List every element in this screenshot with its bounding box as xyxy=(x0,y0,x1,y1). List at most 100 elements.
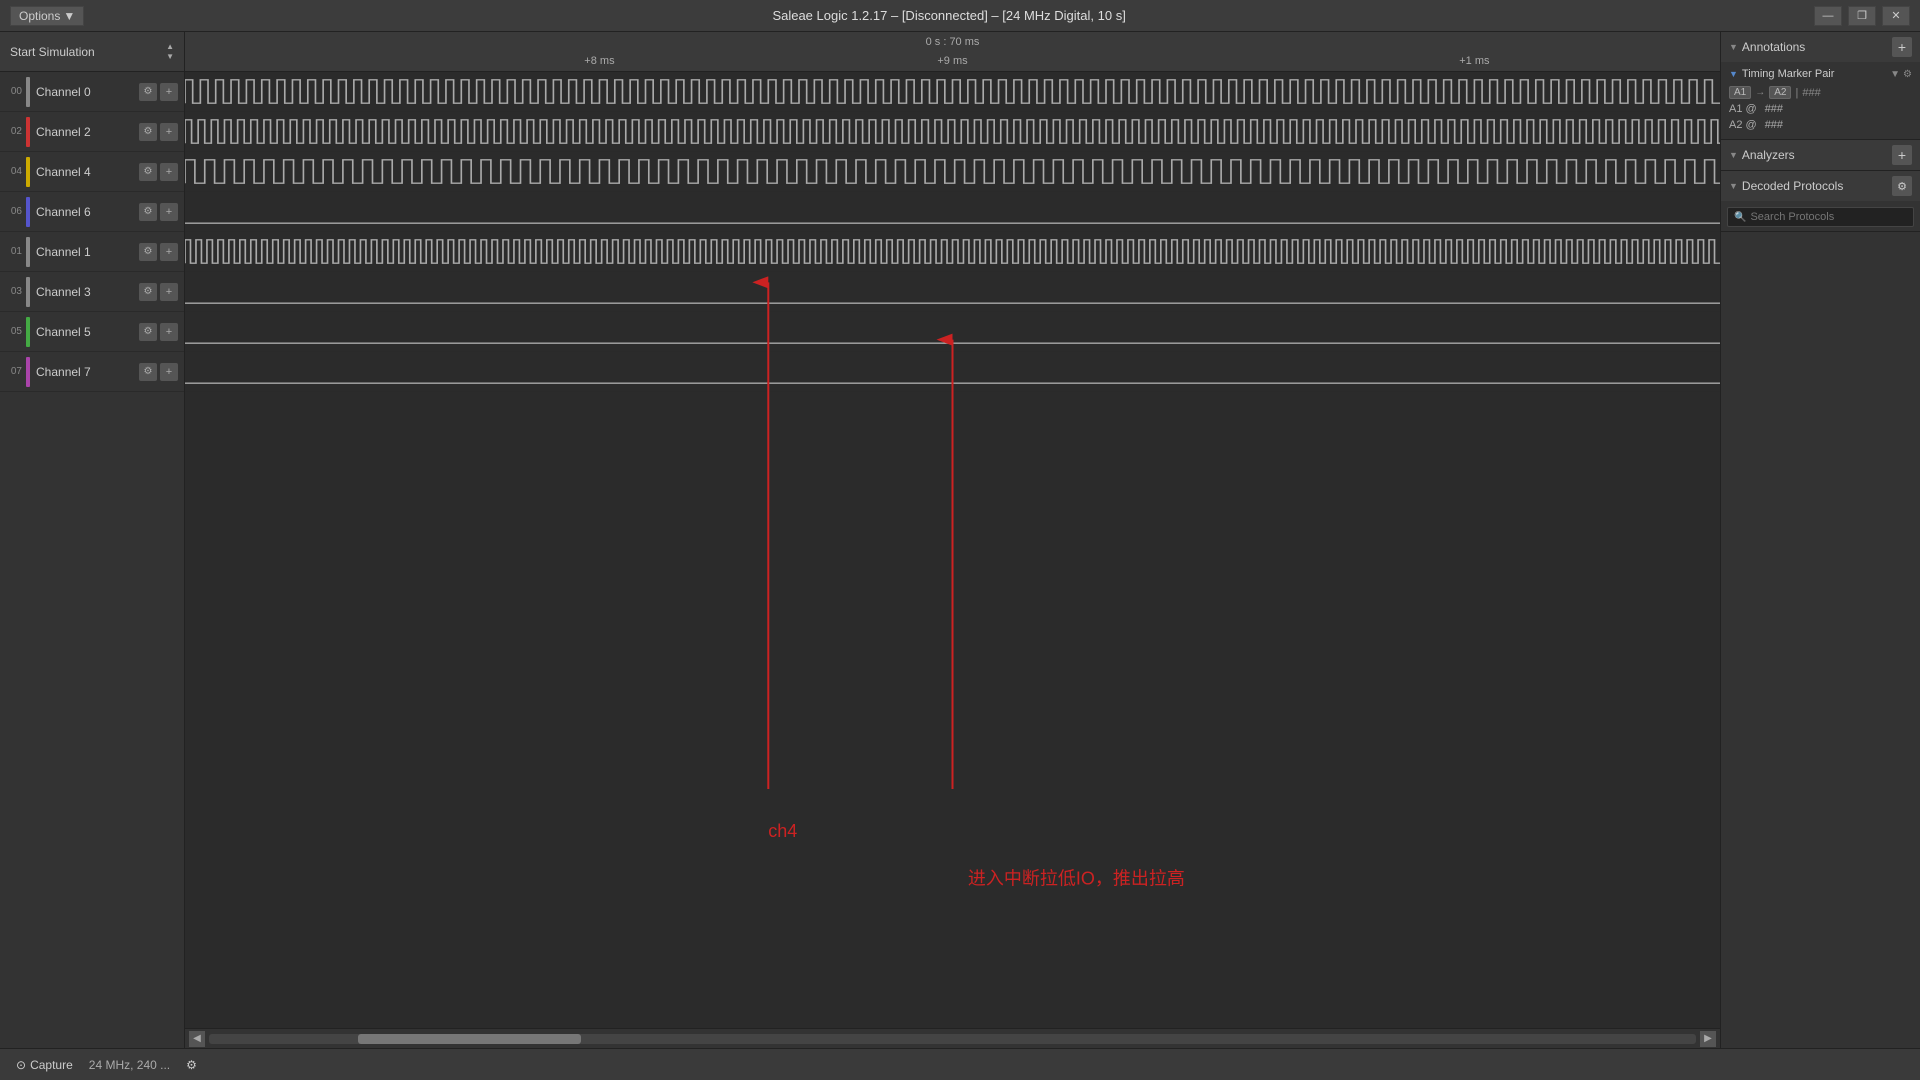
channel-gear-button[interactable]: ⚙ xyxy=(139,283,157,301)
settings-icon: ⚙ xyxy=(186,1058,197,1072)
decoded-protocols-header-left: ▼ Decoded Protocols xyxy=(1729,179,1843,193)
scrollbar-thumb[interactable] xyxy=(358,1034,581,1044)
simulation-header: Start Simulation ▲ ▼ xyxy=(0,32,184,72)
channel-gear-button[interactable]: ⚙ xyxy=(139,323,157,341)
channel-gear-button[interactable]: ⚙ xyxy=(139,83,157,101)
bottom-bar: ⊙ Capture 24 MHz, 240 ... ⚙ xyxy=(0,1048,1920,1080)
time-marker-8ms: +8 ms xyxy=(584,55,614,67)
decoded-protocols-section: ▼ Decoded Protocols ⚙ 🔍 xyxy=(1721,171,1920,232)
channel-gear-button[interactable]: ⚙ xyxy=(139,363,157,381)
annotations-collapse-icon[interactable]: ▼ xyxy=(1729,42,1738,52)
timing-marker-gear[interactable]: ⚙ xyxy=(1903,69,1912,80)
annotations-header-left: ▼ Annotations xyxy=(1729,40,1805,54)
channel-row-00: 00 Channel 0 ⚙ + xyxy=(0,72,184,112)
analyzers-collapse-icon[interactable]: ▼ xyxy=(1729,150,1738,160)
scrollbar-track[interactable] xyxy=(209,1034,1696,1044)
channel-name: Channel 2 xyxy=(36,125,139,139)
scroll-left-button[interactable]: ◀ xyxy=(189,1031,205,1047)
annotations-add-button[interactable]: + xyxy=(1892,37,1912,57)
waveform-svg-02 xyxy=(185,112,1720,151)
search-icon: 🔍 xyxy=(1734,212,1746,223)
channel-name: Channel 7 xyxy=(36,365,139,379)
decoded-protocols-title: Decoded Protocols xyxy=(1742,179,1843,193)
channel-color-bar xyxy=(26,197,30,227)
waveform-row-02 xyxy=(185,112,1720,152)
search-protocols-box[interactable]: 🔍 xyxy=(1727,207,1914,227)
time-range-label: 0 s : 70 ms xyxy=(926,36,980,48)
channel-add-button[interactable]: + xyxy=(160,363,178,381)
waveform-row-06 xyxy=(185,192,1720,232)
scroll-right-button[interactable]: ▶ xyxy=(1700,1031,1716,1047)
restore-button[interactable]: ❐ xyxy=(1848,6,1876,26)
time-ruler: 0 s : 70 ms +8 ms +9 ms +1 ms xyxy=(185,32,1720,72)
channel-name: Channel 3 xyxy=(36,285,139,299)
waveform-panel: 0 s : 70 ms +8 ms +9 ms +1 ms ch4 xyxy=(185,32,1720,1048)
waveform-row-07 xyxy=(185,352,1720,392)
options-button[interactable]: Options ▼ xyxy=(10,6,84,26)
options-label: Options xyxy=(19,9,60,23)
timing-marker-dropdown[interactable]: ▼ xyxy=(1890,69,1900,80)
channel-add-button[interactable]: + xyxy=(160,203,178,221)
waveform-svg-05 xyxy=(185,312,1720,351)
annotations-section: ▼ Annotations + ▼ Timing Marker Pair ▼ ⚙ xyxy=(1721,32,1920,140)
channel-color-bar xyxy=(26,77,30,107)
sim-down-arrow[interactable]: ▼ xyxy=(166,52,174,61)
start-simulation-button[interactable]: Start Simulation xyxy=(10,45,95,59)
channel-add-button[interactable]: + xyxy=(160,323,178,341)
sim-up-arrow[interactable]: ▲ xyxy=(166,42,174,51)
channel-number: 06 xyxy=(6,206,22,217)
channel-number: 05 xyxy=(6,326,22,337)
decoded-protocols-gear-button[interactable]: ⚙ xyxy=(1892,176,1912,196)
frequency-label: 24 MHz, 240 ... xyxy=(89,1058,170,1072)
waveform-svg-04 xyxy=(185,152,1720,191)
search-protocols-input[interactable] xyxy=(1750,211,1907,223)
channel-add-button[interactable]: + xyxy=(160,243,178,261)
channel-name: Channel 6 xyxy=(36,205,139,219)
channel-gear-button[interactable]: ⚙ xyxy=(139,203,157,221)
waveform-row-01 xyxy=(185,232,1720,272)
channel-add-button[interactable]: + xyxy=(160,123,178,141)
close-button[interactable]: ✕ xyxy=(1882,6,1910,26)
decoded-protocols-collapse-icon[interactable]: ▼ xyxy=(1729,181,1738,191)
timing-marker-left: ▼ Timing Marker Pair xyxy=(1729,68,1834,80)
channel-list: 00 Channel 0 ⚙ + 02 Channel 2 ⚙ + 04 Cha… xyxy=(0,72,184,392)
timing-a2-row: A2 @ ### xyxy=(1729,117,1912,133)
capture-button[interactable]: ⊙ Capture xyxy=(10,1056,79,1074)
channel-add-button[interactable]: + xyxy=(160,283,178,301)
waveform-svg-01 xyxy=(185,232,1720,271)
waveform-row-04 xyxy=(185,152,1720,192)
titlebar: Options ▼ Saleae Logic 1.2.17 – [Disconn… xyxy=(0,0,1920,32)
timing-a1a2-row: A1 → A2 | ### xyxy=(1729,84,1912,101)
channel-color-bar xyxy=(26,117,30,147)
ch4-annotation-text: ch4 xyxy=(768,821,797,841)
channel-color-bar xyxy=(26,317,30,347)
timing-filter-icon: ▼ xyxy=(1729,69,1738,79)
waveform-svg-00 xyxy=(185,72,1720,111)
a1-value: ### xyxy=(1765,103,1783,115)
minimize-button[interactable]: — xyxy=(1814,6,1842,26)
channel-number: 07 xyxy=(6,366,22,377)
channel-name: Channel 1 xyxy=(36,245,139,259)
channel-color-bar xyxy=(26,157,30,187)
channel-name: Channel 0 xyxy=(36,85,139,99)
channel-gear-button[interactable]: ⚙ xyxy=(139,123,157,141)
channel-gear-button[interactable]: ⚙ xyxy=(139,243,157,261)
channel-add-button[interactable]: + xyxy=(160,163,178,181)
channel-color-bar xyxy=(26,237,30,267)
time-marker-9ms: +9 ms xyxy=(937,55,967,67)
channel-add-button[interactable]: + xyxy=(160,83,178,101)
analyzers-header-left: ▼ Analyzers xyxy=(1729,148,1795,162)
waveform-area[interactable]: ch4 进入中断拉低IO，推出拉高 xyxy=(185,72,1720,1028)
annotations-content: ▼ Timing Marker Pair ▼ ⚙ A1 → A2 | ### xyxy=(1721,62,1920,139)
timing-marker-controls: ▼ ⚙ xyxy=(1890,69,1912,80)
decoded-protocols-header: ▼ Decoded Protocols ⚙ xyxy=(1721,171,1920,201)
analyzers-add-button[interactable]: + xyxy=(1892,145,1912,165)
channel-row-03: 03 Channel 3 ⚙ + xyxy=(0,272,184,312)
settings-button[interactable]: ⚙ xyxy=(180,1056,203,1074)
channel-row-04: 04 Channel 4 ⚙ + xyxy=(0,152,184,192)
annotations-title: Annotations xyxy=(1742,40,1805,54)
channel-gear-button[interactable]: ⚙ xyxy=(139,163,157,181)
channel-color-bar xyxy=(26,277,30,307)
channel-number: 00 xyxy=(6,86,22,97)
timing-marker-title: Timing Marker Pair xyxy=(1742,68,1835,80)
